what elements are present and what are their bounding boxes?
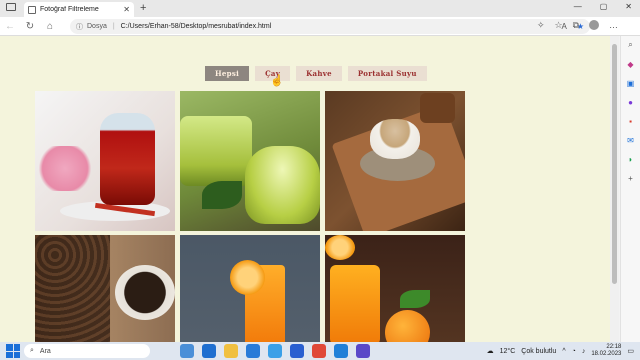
tab-actions-icon[interactable] (6, 3, 16, 11)
powerpoint-app-icon[interactable] (312, 344, 326, 358)
site-info-icon[interactable]: ⓘ (76, 22, 83, 32)
red-tea-photo[interactable] (35, 91, 175, 231)
clock-date: 18.02.2023 (591, 351, 622, 357)
edge-sidebar: ⌕ ◆ ▣ ● ▪ ✉ ◗ + (620, 36, 640, 342)
favorites-icon[interactable]: ☆ (554, 20, 562, 31)
hand-cursor-icon: ☝ (270, 75, 284, 87)
home-icon[interactable]: ⌂ (40, 21, 60, 32)
orange-juice-glass-photo[interactable] (180, 235, 320, 342)
mail-app-icon[interactable] (246, 344, 260, 358)
filter-all-button[interactable]: Hepsi (205, 66, 250, 81)
store-app-icon[interactable] (268, 344, 282, 358)
address-bar[interactable]: ⓘ Dosya | C:/Users/Erhan-58/Desktop/mesr… (70, 19, 590, 34)
filter-orange-juice-button[interactable]: Portakal Suyu (347, 66, 427, 81)
extensions-icon[interactable]: ✧ (537, 20, 545, 31)
drop-icon[interactable]: ◗ (626, 154, 636, 164)
start-button-icon[interactable] (6, 344, 20, 358)
page-viewport: Hepsi Çay Kahve Portakal Suyu ☝ (0, 36, 610, 342)
search-icon: ⌕ (30, 347, 34, 354)
system-tray: ☁ 12°C Çok bulutlu ^ ◔ ♪ 22:18 18.02.202… (487, 344, 634, 358)
taskbar-search[interactable]: ⌕ Ara (24, 344, 150, 358)
tab-close-icon[interactable]: ✕ (123, 5, 130, 14)
address-separator: | (112, 23, 115, 30)
tab-strip: Fotoğraf Filtreleme ✕ + — ▢ ✕ (0, 0, 640, 17)
turkish-coffee-photo[interactable] (325, 91, 465, 231)
photo-grid (35, 91, 467, 342)
more-menu-icon[interactable]: … (609, 20, 618, 31)
edge-app-icon[interactable] (202, 344, 216, 358)
maximize-button[interactable]: ▢ (600, 2, 608, 11)
search-sidebar-icon[interactable]: ⌕ (626, 40, 636, 50)
filter-buttons: Hepsi Çay Kahve Portakal Suyu (205, 66, 427, 81)
chevron-up-icon[interactable]: ^ (562, 348, 565, 355)
task-view-icon[interactable] (180, 344, 194, 358)
shopping-icon[interactable]: ◆ (626, 59, 636, 69)
search-label: Ara (39, 347, 51, 355)
browser-tab[interactable]: Fotoğraf Filtreleme ✕ (24, 2, 134, 17)
tab-title: Fotoğraf Filtreleme (40, 6, 99, 13)
protocol-label: Dosya (87, 23, 107, 30)
collections-icon[interactable]: ⧉ (573, 20, 579, 31)
file-explorer-icon[interactable] (224, 344, 238, 358)
url-text[interactable]: C:/Users/Erhan-58/Desktop/mesrubat/index… (121, 23, 552, 30)
outlook-icon[interactable]: ✉ (626, 135, 636, 145)
clock[interactable]: 22:18 18.02.2023 (591, 344, 621, 358)
network-icon[interactable]: ◔ (572, 348, 576, 355)
add-sidebar-icon[interactable]: + (626, 173, 636, 183)
tools-icon[interactable]: ▣ (626, 78, 636, 88)
green-tea-photo[interactable] (180, 91, 320, 231)
vscode-app-icon[interactable] (334, 344, 348, 358)
back-arrow-icon[interactable]: ← (0, 21, 20, 32)
filter-coffee-button[interactable]: Kahve (296, 66, 342, 81)
coffee-beans-photo[interactable] (35, 235, 175, 342)
vertical-scrollbar[interactable] (610, 36, 619, 342)
new-tab-button[interactable]: + (140, 2, 146, 14)
minimize-button[interactable]: — (574, 2, 582, 11)
page-favicon-icon (28, 5, 36, 14)
taskbar-apps (180, 344, 370, 358)
profile-avatar[interactable] (589, 20, 599, 30)
teams-app-icon[interactable] (356, 344, 370, 358)
windows-taskbar: ⌕ Ara ☁ 12°C Çok bulutlu ^ ◔ ♪ 22:18 18.… (0, 342, 640, 360)
orange-juice-jar-photo[interactable] (325, 235, 465, 342)
refresh-icon[interactable]: ↻ (20, 21, 40, 32)
office-icon[interactable]: ▪ (626, 116, 636, 126)
clock-time: 22:18 (606, 344, 622, 350)
close-window-button[interactable]: ✕ (625, 2, 632, 11)
weather-desc[interactable]: Çok bulutlu (521, 348, 556, 355)
weather-icon[interactable]: ☁ (487, 347, 494, 355)
volume-icon[interactable]: ♪ (582, 348, 586, 355)
games-icon[interactable]: ● (626, 97, 636, 107)
word-app-icon[interactable] (290, 344, 304, 358)
notification-icon[interactable]: ▭ (627, 347, 634, 355)
weather-temp[interactable]: 12°C (500, 348, 516, 355)
